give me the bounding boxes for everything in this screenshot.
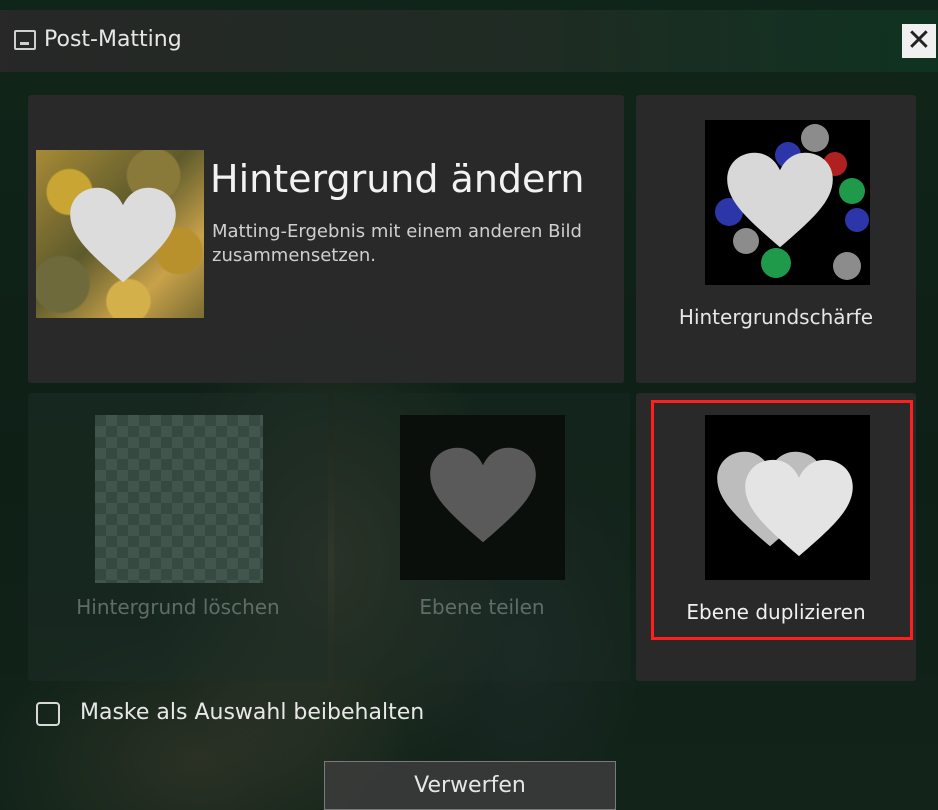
blur-dot <box>833 252 861 280</box>
heart-icon <box>68 185 178 285</box>
title-bar: Post-Matting ✕ <box>0 10 938 72</box>
keep-mask-label: Maske als Auswahl beibehalten <box>80 700 425 725</box>
change-background-title: Hintergrund ändern <box>210 157 585 201</box>
blur-dot <box>839 178 865 204</box>
close-button[interactable]: ✕ <box>902 24 936 58</box>
window-title: Post-Matting <box>44 27 182 52</box>
post-matting-dialog: Post-Matting ✕ Hintergrund ändern Mattin… <box>0 0 938 810</box>
discard-button[interactable]: Verwerfen <box>324 761 616 810</box>
duplicate-layer-label: Ebene duplizieren <box>686 600 866 624</box>
blur-dot <box>761 248 791 278</box>
heart-icon <box>428 445 538 545</box>
delete-background-label: Hintergrund löschen <box>76 595 280 619</box>
heart-icon <box>743 457 855 559</box>
background-blur-label: Hintergrundschärfe <box>678 305 874 329</box>
background-blur-thumbnail <box>705 120 870 285</box>
keep-mask-checkbox[interactable] <box>36 702 60 726</box>
blur-dot <box>801 124 829 152</box>
blur-dot <box>845 208 869 232</box>
split-layer-thumbnail <box>400 415 565 580</box>
delete-background-thumbnail <box>95 415 263 583</box>
window-icon <box>14 30 36 50</box>
split-layer-label: Ebene teilen <box>419 595 545 619</box>
change-background-description: Matting-Ergebnis mit einem anderen Bild … <box>212 221 582 266</box>
duplicate-layer-thumbnail <box>705 415 870 580</box>
heart-icon <box>725 150 835 250</box>
close-icon: ✕ <box>906 23 932 58</box>
